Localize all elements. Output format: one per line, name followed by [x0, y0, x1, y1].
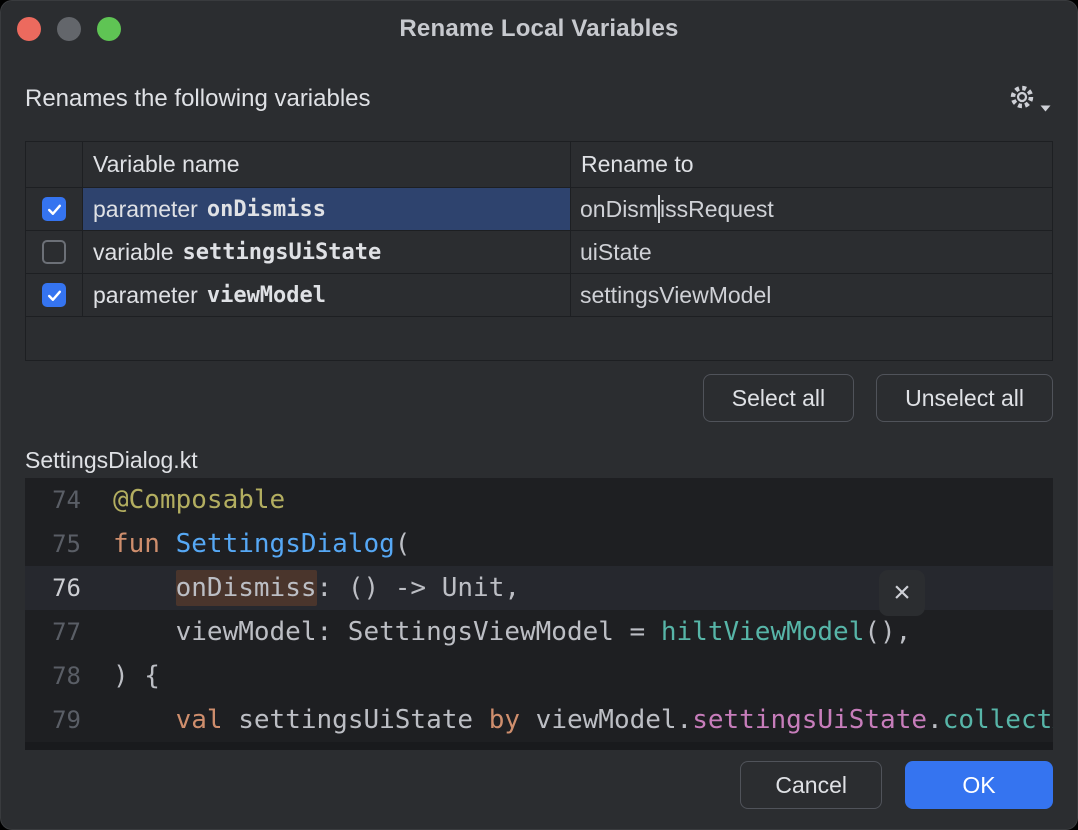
settings-gear-button[interactable] — [1005, 80, 1053, 119]
rename-to-cell[interactable]: uiState — [570, 231, 1052, 273]
line-number: 76 — [25, 574, 93, 602]
preview-file-label: SettingsDialog.kt — [25, 446, 1053, 474]
close-preview-button[interactable]: × — [879, 570, 925, 616]
rename-dialog-window: Rename Local Variables Renames the follo… — [0, 0, 1078, 830]
variable-kind-label: parameter — [93, 282, 198, 309]
checkbox-cell — [26, 231, 82, 273]
code-line: 77 viewModel: SettingsViewModel = hiltVi… — [25, 610, 1053, 654]
line-number: 77 — [25, 618, 93, 646]
cancel-button[interactable]: Cancel — [740, 761, 882, 809]
gear-icon — [1007, 82, 1037, 117]
variable-kind-label: parameter — [93, 196, 198, 223]
rename-to-cell[interactable]: onDismissRequest — [570, 188, 1052, 230]
window-title: Rename Local Variables — [399, 15, 678, 43]
line-number: 75 — [25, 530, 93, 558]
variables-table: Variable name Rename to parameter onDismi… — [25, 141, 1053, 361]
rename-value: uiState — [580, 239, 652, 266]
code-text: ) { — [113, 661, 160, 691]
code-line: 79 val settingsUiState by viewModel.sett… — [25, 698, 1053, 742]
rename-to-cell[interactable]: settingsViewModel — [570, 274, 1052, 316]
select-all-button[interactable]: Select all — [703, 374, 854, 422]
checked-checkbox[interactable] — [42, 283, 66, 307]
table-row[interactable]: variable settingsUiState uiState — [26, 231, 1052, 274]
variable-identifier: viewModel — [207, 283, 326, 308]
code-text: @Composable — [113, 485, 285, 515]
checkbox-cell — [26, 188, 82, 230]
code-text: val settingsUiState by viewModel.setting… — [113, 705, 1053, 735]
horizontal-scrollbar[interactable] — [25, 742, 1053, 750]
close-window-button[interactable] — [17, 17, 41, 41]
table-row[interactable]: parameter viewModel settingsViewModel — [26, 274, 1052, 317]
zoom-window-button[interactable] — [97, 17, 121, 41]
code-text: fun SettingsDialog( — [113, 529, 410, 559]
code-line: 78 ) { — [25, 654, 1053, 698]
traffic-lights — [17, 17, 121, 41]
ok-button[interactable]: OK — [905, 761, 1053, 809]
chevron-down-icon — [1040, 99, 1051, 117]
table-header-row: Variable name Rename to — [26, 142, 1052, 188]
minimize-window-button[interactable] — [57, 17, 81, 41]
code-line: 74 @Composable — [25, 478, 1053, 522]
rename-value: settingsViewModel — [580, 282, 771, 309]
line-number: 79 — [25, 706, 93, 734]
variable-name-cell[interactable]: parameter onDismiss — [82, 188, 570, 230]
unselect-all-button[interactable]: Unselect all — [876, 374, 1053, 422]
variable-identifier: settingsUiState — [183, 240, 382, 265]
variable-identifier: onDismiss — [207, 197, 326, 222]
line-number: 78 — [25, 662, 93, 690]
code-line: 75 fun SettingsDialog( — [25, 522, 1053, 566]
dialog-content: Renames the following variables Variable… — [1, 83, 1077, 809]
checked-checkbox[interactable] — [42, 197, 66, 221]
usage-highlight: onDismiss — [176, 570, 317, 606]
variable-kind-label: variable — [93, 239, 174, 266]
table-row[interactable]: parameter onDismiss onDismissRequest — [26, 188, 1052, 231]
table-empty-area — [26, 317, 1052, 360]
column-header-variable-name: Variable name — [82, 142, 570, 187]
titlebar: Rename Local Variables — [1, 1, 1077, 57]
rename-value-after-caret: issRequest — [660, 196, 774, 223]
rename-value: onDism — [580, 196, 658, 223]
column-header-rename-to: Rename to — [570, 142, 1052, 187]
dialog-description: Renames the following variables — [25, 85, 371, 113]
code-preview-editor[interactable]: 74 @Composable 75 fun SettingsDialog( 76 onD… — [25, 478, 1053, 750]
code-text: onDismiss: () -> Unit, — [113, 573, 520, 603]
variable-name-cell[interactable]: parameter viewModel — [82, 274, 570, 316]
checkbox-cell — [26, 274, 82, 316]
unchecked-checkbox[interactable] — [42, 240, 66, 264]
variable-name-cell[interactable]: variable settingsUiState — [82, 231, 570, 273]
line-number: 74 — [25, 486, 93, 514]
code-text: viewModel: SettingsViewModel = hiltViewM… — [113, 617, 911, 647]
